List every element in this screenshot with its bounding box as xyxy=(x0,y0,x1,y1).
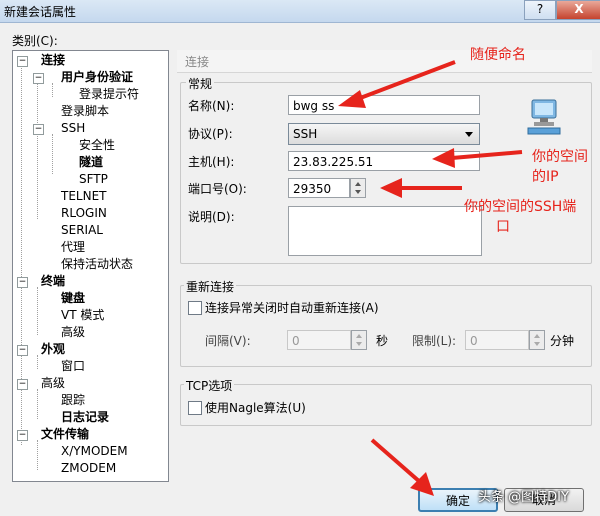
annotation-arrows xyxy=(338,60,523,496)
annotation-port-2: 口 xyxy=(496,219,510,235)
annotation-port-1: 你的空间的SSH端 xyxy=(464,199,577,215)
annotation-name: 随便命名 xyxy=(470,47,526,63)
annotation-ip-2: 的IP xyxy=(532,169,559,185)
session-properties-window: 新建会话属性 ? X 类别(C): − 连接 − 用户身份验证 登录提示符 登录… xyxy=(0,0,600,516)
watermark: 头条 @图特DIY xyxy=(478,490,569,505)
arrow-to-name xyxy=(354,60,456,102)
annotation-ip-1: 你的空间 xyxy=(532,149,588,165)
arrow-to-ok xyxy=(370,438,422,484)
arrow-to-host xyxy=(451,150,523,160)
arrowhead-name xyxy=(338,90,366,108)
arrowhead-port xyxy=(380,178,402,198)
arrowhead-host xyxy=(432,148,455,168)
